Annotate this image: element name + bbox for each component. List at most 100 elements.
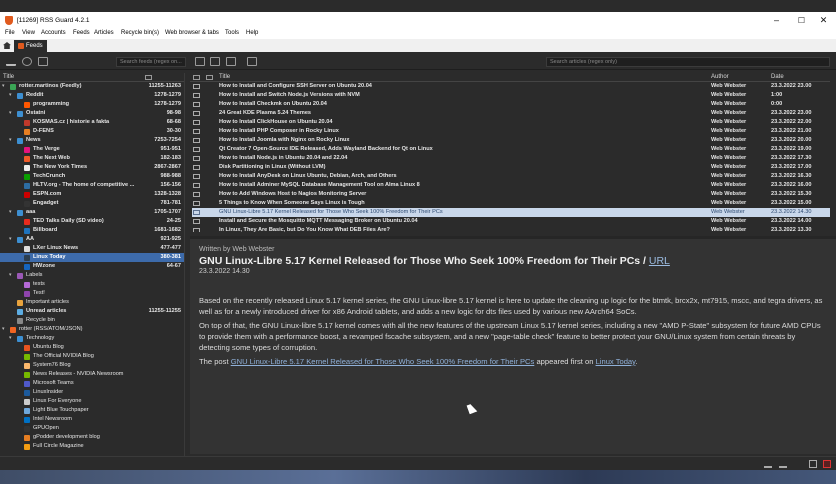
quit-icon[interactable] bbox=[823, 460, 831, 468]
feed-item[interactable]: Full Circle Magazine bbox=[0, 442, 184, 451]
feed-item[interactable]: TechCrunch 988-988 bbox=[0, 172, 184, 181]
feed-item[interactable]: ▾ Reddit 1278-1279 bbox=[0, 91, 184, 100]
envelope-icon[interactable] bbox=[193, 219, 200, 224]
read-column-icon[interactable] bbox=[193, 75, 200, 80]
article-row[interactable]: How to Install AnyDesk on Linux Ubuntu, … bbox=[192, 172, 830, 181]
expand-arrow-icon[interactable]: ▾ bbox=[9, 208, 12, 217]
home-icon[interactable] bbox=[3, 42, 11, 49]
menu-view[interactable]: View bbox=[22, 30, 35, 36]
article-row[interactable]: Qt Creator 7 Open-Source IDE Released, A… bbox=[192, 145, 830, 154]
download-icon[interactable] bbox=[6, 57, 16, 66]
feed-item[interactable]: tests bbox=[0, 280, 184, 289]
tab-feeds[interactable]: Feeds bbox=[14, 40, 47, 52]
close-button[interactable]: ✕ bbox=[811, 14, 836, 27]
feed-item[interactable]: ▾ AA 921-925 bbox=[0, 235, 184, 244]
feed-item[interactable]: Unread articles 11255-11255 bbox=[0, 307, 184, 316]
feed-item[interactable]: System76 Blog bbox=[0, 361, 184, 370]
feed-item[interactable]: Microsoft Teams bbox=[0, 379, 184, 388]
envelope-icon[interactable] bbox=[193, 93, 200, 98]
envelope-icon[interactable] bbox=[193, 102, 200, 107]
envelope-icon[interactable] bbox=[193, 129, 200, 134]
expand-arrow-icon[interactable]: ▾ bbox=[9, 109, 12, 118]
feed-item[interactable]: ▾ rotter.martinos (Feedly) 11255-11263 bbox=[0, 82, 184, 91]
feed-item[interactable]: ▾ News 7253-7254 bbox=[0, 136, 184, 145]
feed-item[interactable]: ▾ Labels bbox=[0, 271, 184, 280]
article-title-column[interactable]: Title bbox=[219, 74, 230, 80]
expand-arrow-icon[interactable]: ▾ bbox=[2, 82, 5, 91]
feed-item[interactable]: Engadget 781-781 bbox=[0, 199, 184, 208]
feed-item[interactable]: Linux For Everyone bbox=[0, 397, 184, 406]
article-row[interactable]: 24 Great KDE Plasma 5.24 Themes Web Webst… bbox=[192, 109, 830, 118]
mail-read-icon[interactable] bbox=[195, 57, 205, 66]
feed-item[interactable]: LXer Linux News 477-477 bbox=[0, 244, 184, 253]
feeds-search-input[interactable]: Search feeds (regex on... bbox=[116, 57, 186, 67]
download-status-icon[interactable] bbox=[764, 460, 772, 468]
menu-help[interactable]: Help bbox=[246, 30, 258, 36]
article-row[interactable]: How to Install PHP Composer in Rocky Lin… bbox=[192, 127, 830, 136]
feed-item[interactable]: Billboard 1681-1682 bbox=[0, 226, 184, 235]
post-link[interactable]: GNU Linux-Libre 5.17 Kernel Released for… bbox=[231, 357, 535, 366]
envelope-icon[interactable] bbox=[193, 156, 200, 161]
feed-item[interactable]: ▾ Technology bbox=[0, 334, 184, 343]
article-row[interactable]: GNU Linux-Libre 5.17 Kernel Released for… bbox=[192, 208, 830, 217]
article-row[interactable]: How to Add Windows Host to Nagios Monito… bbox=[192, 190, 830, 199]
articles-scrollbar[interactable] bbox=[830, 73, 836, 235]
feed-item[interactable]: News Releases - NVIDIA Newsroom bbox=[0, 370, 184, 379]
article-row[interactable]: How to Install Node.js in Ubuntu 20.04 a… bbox=[192, 154, 830, 163]
expand-arrow-icon[interactable]: ▾ bbox=[9, 91, 12, 100]
feed-item[interactable]: Light Blue Touchpaper bbox=[0, 406, 184, 415]
feed-item[interactable]: ▾ Ostatni 98-98 bbox=[0, 109, 184, 118]
mail-open-icon[interactable] bbox=[226, 57, 236, 66]
expand-arrow-icon[interactable]: ▾ bbox=[2, 325, 5, 334]
article-row[interactable]: How to Install and Configure SSH Server … bbox=[192, 82, 830, 91]
article-row[interactable]: Install and Secure the Mosquitto MQTT Me… bbox=[192, 217, 830, 226]
article-row[interactable]: How to Install and Switch Node.js Versio… bbox=[192, 91, 830, 100]
feed-item[interactable]: LinuxInsider bbox=[0, 388, 184, 397]
feed-item[interactable]: Ubuntu Blog bbox=[0, 343, 184, 352]
expand-arrow-icon[interactable]: ▾ bbox=[9, 235, 12, 244]
menu-recycle-bins[interactable]: Recycle bin(s) bbox=[121, 30, 159, 36]
site-link[interactable]: Linux Today bbox=[596, 357, 636, 366]
feed-item[interactable]: gPodder development blog bbox=[0, 433, 184, 442]
feed-item[interactable]: GPUOpen bbox=[0, 424, 184, 433]
article-row[interactable]: How to Install Joomla with Nginx on Rock… bbox=[192, 136, 830, 145]
feed-item[interactable]: HWzone 64-67 bbox=[0, 262, 184, 271]
envelope-icon[interactable] bbox=[193, 183, 200, 188]
article-row[interactable]: How to Install Checkmk on Ubuntu 20.04 We… bbox=[192, 100, 830, 109]
envelope-icon[interactable] bbox=[193, 147, 200, 152]
feed-item[interactable]: Recycle bin bbox=[0, 316, 184, 325]
feeds-title-column[interactable]: Title bbox=[3, 74, 14, 80]
feed-item[interactable]: ▾ aaa 1705-1707 bbox=[0, 208, 184, 217]
feed-item[interactable]: The Official NVIDIA Blog bbox=[0, 352, 184, 361]
article-url-link[interactable]: URL bbox=[649, 255, 670, 267]
envelope-icon[interactable] bbox=[193, 138, 200, 143]
articles-search-input[interactable]: Search articles (regex only) bbox=[546, 57, 830, 67]
feed-item[interactable]: D-FENS 30-30 bbox=[0, 127, 184, 136]
menu-tools[interactable]: Tools bbox=[225, 30, 239, 36]
article-row[interactable]: How to Install Adminer MySQL Database Ma… bbox=[192, 181, 830, 190]
feed-item[interactable]: The New York Times 2867-2867 bbox=[0, 163, 184, 172]
feed-item[interactable]: ▾ rotter (RSS/ATOM/JSON) bbox=[0, 325, 184, 334]
article-row[interactable]: In Linux, They Are Basic, but Do You Kno… bbox=[192, 226, 830, 232]
download-all-icon[interactable] bbox=[779, 460, 787, 468]
envelope-icon[interactable] bbox=[193, 111, 200, 116]
feed-item[interactable]: KOSMAS.cz | historie a fakta 68-68 bbox=[0, 118, 184, 127]
menu-feeds[interactable]: Feeds bbox=[73, 30, 90, 36]
expand-arrow-icon[interactable]: ▾ bbox=[9, 334, 12, 343]
expand-arrow-icon[interactable]: ▾ bbox=[9, 271, 12, 280]
unread-column-icon[interactable] bbox=[145, 75, 152, 80]
menu-file[interactable]: File bbox=[5, 30, 15, 36]
feed-item[interactable]: HLTV.org - The home of competitive ... 15… bbox=[0, 181, 184, 190]
mail-filter-icon[interactable] bbox=[247, 57, 257, 66]
envelope-icon[interactable] bbox=[193, 228, 200, 232]
envelope-icon[interactable] bbox=[193, 120, 200, 125]
article-author-column[interactable]: Author bbox=[711, 74, 729, 80]
menu-articles[interactable]: Articles bbox=[94, 30, 114, 36]
important-column-icon[interactable] bbox=[206, 75, 213, 80]
feed-item[interactable]: Linux Today 380-381 bbox=[0, 253, 184, 262]
minimize-button[interactable]: – bbox=[764, 14, 789, 27]
expand-arrow-icon[interactable]: ▾ bbox=[9, 136, 12, 145]
menu-accounts[interactable]: Accounts bbox=[41, 30, 66, 36]
feed-item[interactable]: Test! bbox=[0, 289, 184, 298]
envelope-icon[interactable] bbox=[193, 174, 200, 179]
